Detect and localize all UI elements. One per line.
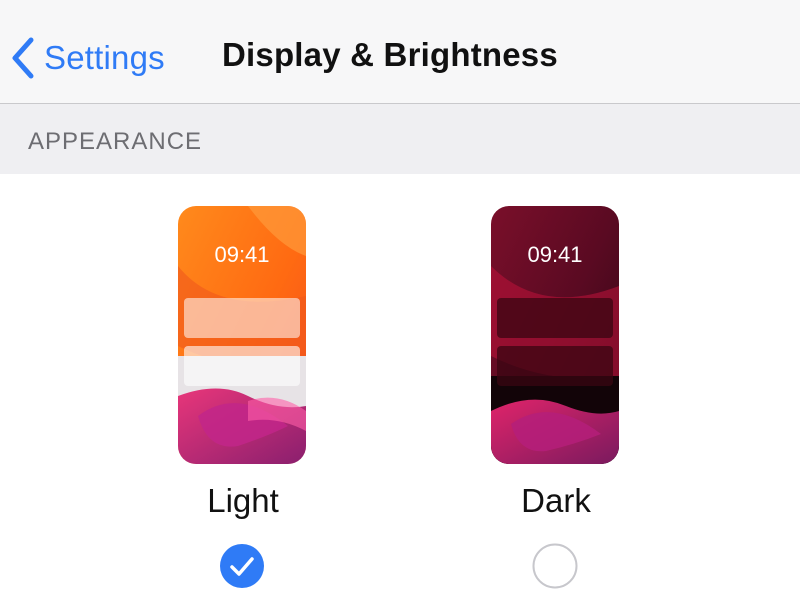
dark-preview-time: 09:41 (527, 242, 583, 267)
empty-circle-icon (532, 543, 578, 589)
appearance-option-light[interactable]: 09:41 Light (158, 174, 328, 600)
checkmark-circle-icon (219, 543, 265, 589)
light-preview-time: 09:41 (214, 242, 270, 267)
light-option-label: Light (207, 482, 279, 519)
section-label: APPEARANCE (28, 128, 203, 155)
page-title: Display & Brightness (222, 36, 558, 73)
light-radio-selected[interactable] (219, 543, 265, 589)
back-button[interactable]: Settings (10, 30, 165, 86)
appearance-options: 09:41 Light 09:41 Dark (0, 174, 800, 600)
appearance-section-header: APPEARANCE (0, 104, 800, 174)
navigation-bar: Settings Display & Brightness (0, 0, 800, 104)
light-preview-image: 09:41 (178, 206, 306, 464)
dark-option-label: Dark (521, 482, 591, 519)
back-button-label: Settings (44, 39, 165, 76)
chevron-left-icon (10, 36, 36, 80)
dark-preview-image: 09:41 (491, 206, 619, 464)
appearance-option-dark[interactable]: 09:41 Dark (471, 174, 641, 600)
dark-radio-unselected[interactable] (532, 543, 578, 589)
